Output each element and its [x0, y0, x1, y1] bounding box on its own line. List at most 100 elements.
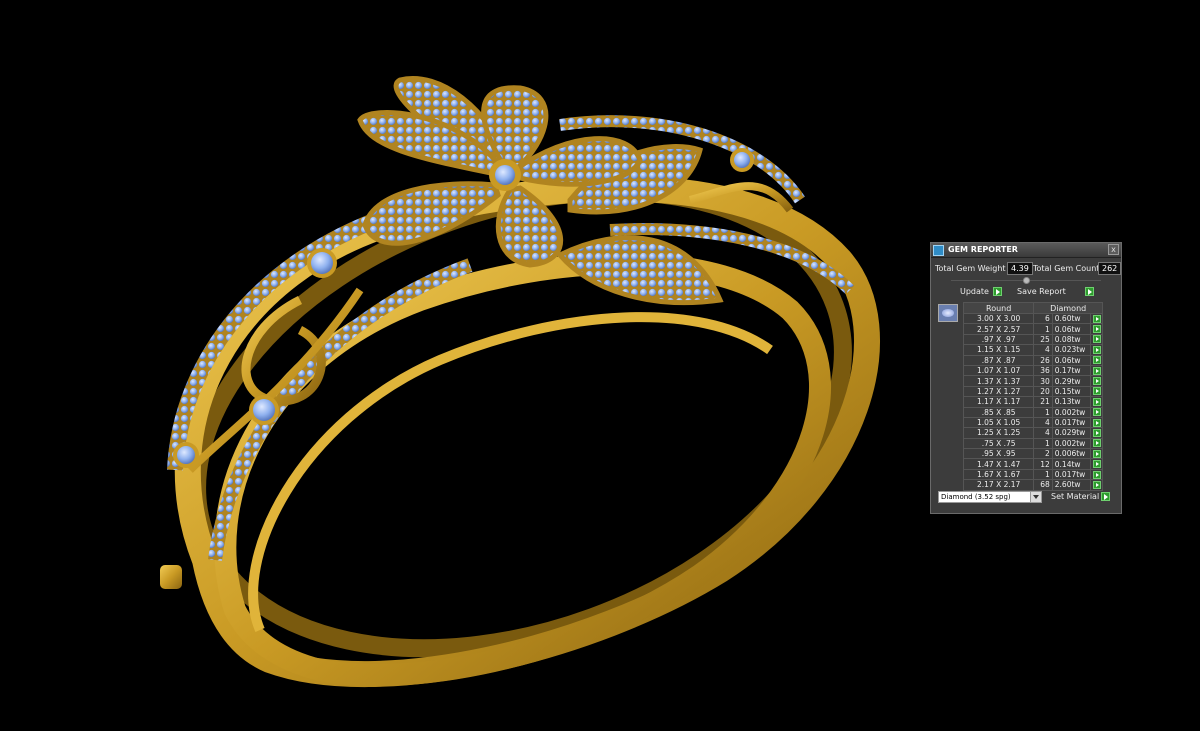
gem-size-cell: 1.07 X 1.07	[962, 364, 1035, 377]
gem-grid: Round Diamond 3.00 X 3.00 6 0.60tw 2.57 X 2…	[962, 302, 1103, 491]
chevron-down-icon[interactable]	[1030, 492, 1041, 502]
gem-count-cell: 1	[1033, 437, 1053, 450]
gem-weight-cell: 0.08tw	[1051, 333, 1092, 346]
material-select-value: Diamond (3.52 spg)	[941, 493, 1011, 501]
gem-size-cell: 3.00 X 3.00	[962, 312, 1035, 325]
gem-count-cell: 1	[1033, 323, 1053, 335]
actions-row: Update Save Report	[931, 286, 1121, 298]
play-arrow-icon[interactable]	[1092, 460, 1101, 469]
table-row[interactable]: 1.15 X 1.15 4 0.023tw	[962, 344, 1103, 356]
gem-weight-cell: 0.002tw	[1051, 437, 1092, 450]
gem-weight-cell: 0.06tw	[1051, 354, 1092, 366]
play-arrow-icon[interactable]	[1092, 325, 1101, 334]
row-select-cell	[1090, 323, 1103, 335]
play-arrow-icon[interactable]	[1092, 314, 1101, 323]
table-row[interactable]: 2.17 X 2.17 68 2.60tw	[962, 479, 1103, 491]
gem-size-cell: .95 X .95	[962, 448, 1035, 460]
table-row[interactable]: 1.17 X 1.17 21 0.13tw	[962, 396, 1103, 408]
gem-weight-cell: 0.017tw	[1051, 468, 1092, 481]
play-arrow-icon[interactable]	[1092, 345, 1101, 354]
set-material-button[interactable]	[1101, 492, 1110, 501]
play-arrow-icon[interactable]	[1092, 335, 1101, 344]
gem-count-cell: 4	[1033, 344, 1053, 356]
gem-count-cell: 1	[1033, 406, 1053, 418]
table-row[interactable]: 1.05 X 1.05 4 0.017tw	[962, 416, 1103, 429]
play-arrow-icon[interactable]	[1092, 470, 1101, 479]
play-arrow-icon[interactable]	[1092, 366, 1101, 375]
table-row[interactable]: 1.07 X 1.07 36 0.17tw	[962, 364, 1103, 377]
row-select-cell	[1090, 406, 1103, 418]
gem-size-cell: .85 X .85	[962, 406, 1035, 418]
play-arrow-icon[interactable]	[1092, 449, 1101, 458]
update-button[interactable]	[993, 287, 1002, 296]
row-select-cell	[1090, 312, 1103, 325]
row-select-cell	[1090, 385, 1103, 398]
total-gem-weight-value: 4.39	[1007, 262, 1033, 275]
table-row[interactable]: .85 X .85 1 0.002tw	[962, 406, 1103, 418]
save-report-button[interactable]	[1085, 287, 1094, 296]
table-row[interactable]: 1.25 X 1.25 4 0.029tw	[962, 427, 1103, 439]
play-arrow-icon[interactable]	[1092, 428, 1101, 437]
gem-table: Round Diamond 3.00 X 3.00 6 0.60tw 2.57 X 2…	[934, 302, 1117, 507]
play-arrow-icon[interactable]	[1092, 377, 1101, 386]
gem-size-cell: 1.47 X 1.47	[962, 458, 1035, 470]
set-material-label: Set Material	[1051, 492, 1100, 501]
row-select-cell	[1090, 479, 1103, 491]
shape-header: Round	[962, 302, 1035, 314]
row-select-cell	[1090, 364, 1103, 377]
row-select-cell	[1090, 344, 1103, 356]
row-select-cell	[1090, 468, 1103, 481]
gem-size-cell: 1.17 X 1.17	[962, 396, 1035, 408]
table-row[interactable]: 1.67 X 1.67 1 0.017tw	[962, 468, 1103, 481]
gem-count-cell: 1	[1033, 468, 1053, 481]
play-arrow-icon[interactable]	[1092, 356, 1101, 365]
table-row[interactable]: .97 X .97 25 0.08tw	[962, 333, 1103, 346]
play-arrow-icon[interactable]	[1092, 480, 1101, 489]
panel-splitter-handle[interactable]	[1023, 277, 1030, 284]
play-arrow-icon[interactable]	[1092, 418, 1101, 427]
gem-count-cell: 68	[1033, 479, 1053, 491]
play-arrow-icon[interactable]	[1092, 439, 1101, 448]
table-row[interactable]: 1.27 X 1.27 20 0.15tw	[962, 385, 1103, 398]
row-select-cell	[1090, 354, 1103, 366]
gem-count-cell: 30	[1033, 375, 1053, 387]
table-row[interactable]: .95 X .95 2 0.006tw	[962, 448, 1103, 460]
gem-size-cell: .97 X .97	[962, 333, 1035, 346]
gem-size-cell: 1.15 X 1.15	[962, 344, 1035, 356]
gem-reporter-panel: GEM REPORTER x Total Gem Weight 4.39 Tot…	[930, 242, 1122, 514]
gem-thumbnail-icon[interactable]	[938, 304, 958, 322]
row-select-cell	[1090, 448, 1103, 460]
gem-reporter-app-icon	[933, 245, 944, 256]
gem-size-cell: 1.67 X 1.67	[962, 468, 1035, 481]
table-row[interactable]: .75 X .75 1 0.002tw	[962, 437, 1103, 450]
gem-weight-cell: 0.15tw	[1051, 385, 1092, 398]
gem-weight-cell: 0.029tw	[1051, 427, 1092, 439]
gem-count-cell: 4	[1033, 416, 1053, 429]
gem-size-cell: 1.27 X 1.27	[962, 385, 1035, 398]
table-row[interactable]: 3.00 X 3.00 6 0.60tw	[962, 312, 1103, 325]
material-select[interactable]: Diamond (3.52 spg)	[938, 491, 1042, 503]
close-icon[interactable]: x	[1108, 244, 1119, 255]
row-select-cell	[1090, 375, 1103, 387]
gem-size-cell: .75 X .75	[962, 437, 1035, 450]
panel-titlebar[interactable]: GEM REPORTER x	[931, 243, 1121, 258]
gem-count-cell: 36	[1033, 364, 1053, 377]
material-header: Diamond	[1033, 302, 1103, 314]
update-label: Update	[960, 287, 989, 296]
play-arrow-icon[interactable]	[1092, 387, 1101, 396]
gem-weight-cell: 0.29tw	[1051, 375, 1092, 387]
gem-count-cell: 25	[1033, 333, 1053, 346]
table-row[interactable]: 1.47 X 1.47 12 0.14tw	[962, 458, 1103, 470]
material-row: Diamond (3.52 spg) Set Material	[938, 491, 1121, 505]
table-row[interactable]: 2.57 X 2.57 1 0.06tw	[962, 323, 1103, 335]
play-arrow-icon[interactable]	[1092, 408, 1101, 417]
gem-size-cell: .87 X .87	[962, 354, 1035, 366]
gem-count-cell: 21	[1033, 396, 1053, 408]
gem-weight-cell: 0.13tw	[1051, 396, 1092, 408]
table-row[interactable]: 1.37 X 1.37 30 0.29tw	[962, 375, 1103, 387]
table-row[interactable]: .87 X .87 26 0.06tw	[962, 354, 1103, 366]
row-select-cell	[1090, 396, 1103, 408]
play-arrow-icon[interactable]	[1092, 397, 1101, 406]
gem-weight-cell: 0.14tw	[1051, 458, 1092, 470]
gem-weight-cell: 0.002tw	[1051, 406, 1092, 418]
